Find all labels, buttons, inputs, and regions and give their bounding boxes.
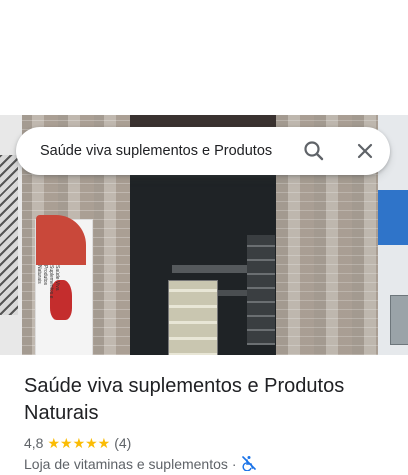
photo-meter-box	[390, 295, 408, 345]
close-icon	[357, 143, 373, 159]
map-top-area	[0, 0, 408, 115]
no-wheelchair-access-icon	[241, 455, 257, 475]
photo-blue-panel	[378, 190, 408, 245]
review-count[interactable]: (4)	[114, 435, 131, 451]
photo-banner-text: Saúde Viva Suplementos e Produtos Natura…	[36, 265, 60, 299]
rating-value: 4,8	[24, 435, 44, 451]
category-row: Loja de vitaminas e suplementos ·	[24, 455, 257, 473]
search-button[interactable]	[300, 137, 328, 165]
star-rating-icon: ★★★★★	[47, 435, 111, 451]
photo-display-rack	[168, 280, 218, 355]
search-input[interactable]: Saúde viva suplementos e Produtos	[40, 141, 300, 161]
search-bar[interactable]: Saúde viva suplementos e Produtos	[16, 127, 390, 175]
place-name: Saúde viva suplementos e Produtos Natura…	[24, 375, 345, 424]
clear-search-button[interactable]	[351, 137, 379, 165]
photo-side-rack	[247, 235, 275, 345]
rating-row[interactable]: 4,8 ★★★★★ (4)	[24, 434, 131, 452]
search-icon	[304, 141, 324, 161]
